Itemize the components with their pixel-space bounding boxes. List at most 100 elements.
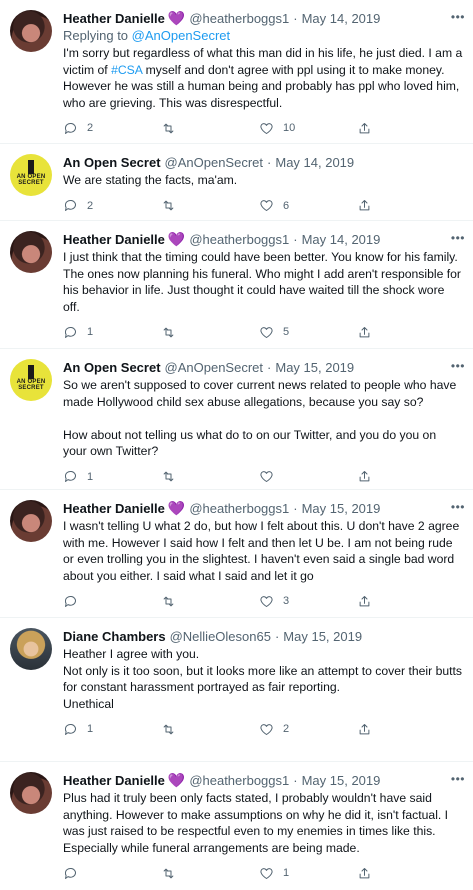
tweet-date[interactable]: May 14, 2019 — [275, 154, 354, 171]
hashtag-link[interactable]: #CSA — [111, 63, 142, 77]
retweet-icon — [163, 596, 174, 607]
building-icon — [28, 365, 34, 379]
share-button[interactable] — [357, 866, 455, 881]
building-icon — [28, 160, 34, 174]
retweet-icon — [163, 327, 174, 338]
reply-count: 2 — [87, 199, 94, 212]
separator-dot: · — [274, 629, 280, 644]
share-icon — [359, 200, 370, 211]
tweet-date[interactable]: May 14, 2019 — [302, 10, 381, 27]
tweet[interactable]: Heather Danielle 💜 @heatherboggs1 · May … — [0, 0, 473, 144]
avatar[interactable] — [10, 628, 52, 670]
retweet-button[interactable] — [161, 594, 259, 609]
share-button[interactable] — [357, 469, 455, 484]
retweet-icon — [163, 200, 174, 211]
more-icon[interactable]: ••• — [451, 500, 465, 514]
reply-button[interactable] — [63, 594, 161, 609]
author-name[interactable]: An Open Secret — [63, 154, 161, 171]
tweet[interactable]: Heather Danielle 💜 @heatherboggs1 · May … — [0, 762, 473, 879]
like-icon — [260, 200, 273, 212]
share-button[interactable] — [357, 325, 455, 340]
like-count: 5 — [283, 326, 290, 339]
author-handle[interactable]: @AnOpenSecret — [165, 359, 263, 376]
reply-button[interactable]: 2 — [63, 121, 161, 136]
tweet-text: We are stating the facts, ma'am. — [63, 173, 238, 187]
purple-heart-icon: 💜 — [167, 500, 186, 516]
avatar[interactable]: AN OPEN SECRET — [10, 154, 52, 196]
tweet[interactable]: AN OPEN SECRET An Open Secret @AnOpenSec… — [0, 349, 473, 490]
tweet-header: Diane Chambers @NellieOleson65 · May 15,… — [63, 628, 463, 645]
avatar[interactable] — [10, 772, 52, 814]
like-count: 10 — [283, 122, 296, 135]
share-button[interactable] — [357, 198, 455, 213]
share-button[interactable] — [357, 121, 455, 136]
tweet-header: Heather Danielle 💜 @heatherboggs1 · May … — [63, 772, 463, 789]
reply-count: 2 — [87, 122, 94, 135]
retweet-button[interactable] — [161, 469, 259, 484]
replying-to-link[interactable]: @AnOpenSecret — [132, 28, 230, 43]
author-handle[interactable]: @heatherboggs1 — [189, 772, 289, 789]
tweet-thread: Heather Danielle 💜 @heatherboggs1 · May … — [0, 0, 473, 879]
author-handle[interactable]: @heatherboggs1 — [189, 10, 289, 27]
share-button[interactable] — [357, 722, 455, 737]
tweet-date[interactable]: May 15, 2019 — [275, 359, 354, 376]
tweet-date[interactable]: May 15, 2019 — [302, 500, 381, 517]
retweet-button[interactable] — [161, 325, 259, 340]
author-name[interactable]: Heather Danielle — [63, 772, 165, 789]
tweet-date[interactable]: May 14, 2019 — [302, 231, 381, 248]
retweet-button[interactable] — [161, 722, 259, 737]
tweet-text: Plus had it truly been only facts stated… — [63, 791, 452, 855]
tweet[interactable]: Heather Danielle 💜 @heatherboggs1 · May … — [0, 221, 473, 349]
author-name[interactable]: Heather Danielle — [63, 500, 165, 517]
share-button[interactable] — [357, 594, 455, 609]
author-name[interactable]: Heather Danielle — [63, 231, 165, 248]
tweet[interactable]: Diane Chambers @NellieOleson65 · May 15,… — [0, 618, 473, 762]
like-button[interactable]: 2 — [259, 722, 357, 737]
avatar[interactable] — [10, 231, 52, 273]
more-icon[interactable]: ••• — [451, 359, 465, 373]
retweet-icon — [163, 123, 174, 134]
author-handle[interactable]: @NellieOleson65 — [170, 628, 271, 645]
author-handle[interactable]: @AnOpenSecret — [165, 154, 263, 171]
more-icon[interactable]: ••• — [451, 231, 465, 245]
reply-icon — [64, 200, 76, 212]
retweet-button[interactable] — [161, 198, 259, 213]
like-button[interactable]: 10 — [259, 121, 357, 136]
avatar[interactable] — [10, 500, 52, 542]
tweet-header: Heather Danielle 💜 @heatherboggs1 · May … — [63, 10, 463, 27]
reply-button[interactable]: 2 — [63, 198, 161, 213]
tweet-actions: 1 5 — [63, 315, 463, 349]
more-icon[interactable]: ••• — [451, 772, 465, 786]
retweet-icon — [163, 472, 174, 482]
like-button[interactable] — [259, 469, 357, 484]
author-handle[interactable]: @heatherboggs1 — [189, 231, 289, 248]
author-name[interactable]: An Open Secret — [63, 359, 161, 376]
like-icon — [260, 123, 273, 134]
like-button[interactable]: 1 — [259, 866, 357, 881]
purple-heart-icon: 💜 — [167, 231, 186, 247]
retweet-button[interactable] — [161, 121, 259, 136]
separator-dot: · — [293, 501, 298, 516]
author-name[interactable]: Diane Chambers — [63, 628, 166, 645]
tweet-actions: 1 — [63, 460, 463, 494]
avatar[interactable]: AN OPEN SECRET — [10, 359, 52, 401]
reply-button[interactable]: 1 — [63, 722, 161, 737]
author-handle[interactable]: @heatherboggs1 — [189, 500, 289, 517]
reply-button[interactable] — [63, 866, 161, 881]
share-icon — [359, 122, 370, 134]
like-button[interactable]: 3 — [259, 594, 357, 609]
tweet[interactable]: Heather Danielle 💜 @heatherboggs1 · May … — [0, 490, 473, 618]
author-name[interactable]: Heather Danielle — [63, 10, 165, 27]
separator-dot: · — [267, 360, 272, 375]
like-button[interactable]: 6 — [259, 198, 357, 213]
retweet-button[interactable] — [161, 866, 259, 881]
tweet-date[interactable]: May 15, 2019 — [283, 628, 362, 645]
like-button[interactable]: 5 — [259, 325, 357, 340]
tweet[interactable]: AN OPEN SECRET An Open Secret @AnOpenSec… — [0, 144, 473, 221]
avatar[interactable] — [10, 10, 52, 52]
reply-button[interactable]: 1 — [63, 469, 161, 484]
more-icon[interactable]: ••• — [451, 10, 465, 24]
tweet-date[interactable]: May 15, 2019 — [302, 772, 381, 789]
reply-button[interactable]: 1 — [63, 325, 161, 340]
retweet-icon — [163, 868, 174, 879]
